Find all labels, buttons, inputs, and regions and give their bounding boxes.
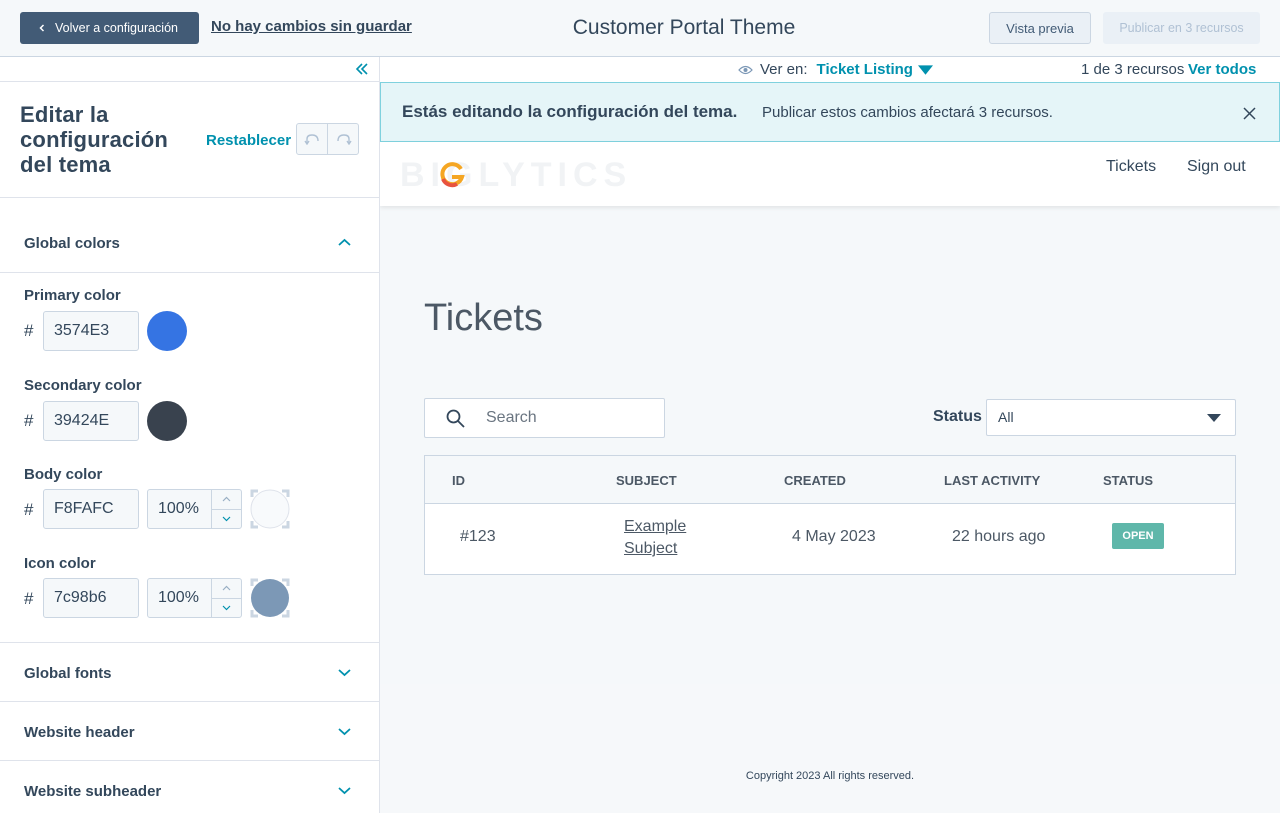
status-filter-label: Status bbox=[933, 408, 982, 425]
nav-sign-out-link[interactable]: Sign out bbox=[1187, 158, 1246, 176]
column-header-subject[interactable]: SUBJECT bbox=[616, 473, 677, 488]
column-header-last-activity[interactable]: LAST ACTIVITY bbox=[944, 473, 1040, 488]
publish-button[interactable]: Publicar en 3 recursos bbox=[1103, 12, 1260, 44]
portal-site-header: BIGLYTICS Tickets Sign out bbox=[380, 142, 1280, 206]
sidebar-title: Editar la configuración del tema bbox=[20, 102, 169, 177]
logo-g-icon bbox=[440, 162, 465, 188]
icon-color-label: Icon color bbox=[24, 555, 96, 572]
close-icon[interactable] bbox=[1243, 107, 1256, 120]
status-filter-select[interactable]: All bbox=[986, 399, 1236, 436]
opacity-spinner bbox=[210, 490, 241, 529]
column-header-id[interactable]: ID bbox=[452, 473, 465, 488]
caret-down-icon bbox=[1207, 414, 1221, 422]
chevron-down-icon bbox=[222, 516, 231, 522]
status-selected-value: All bbox=[998, 409, 1014, 425]
ticket-id: #123 bbox=[460, 528, 496, 545]
ticket-last-activity: 22 hours ago bbox=[952, 528, 1046, 545]
column-header-status[interactable]: STATUS bbox=[1103, 473, 1153, 488]
hash-symbol: # bbox=[24, 321, 34, 340]
view-target-label: Ticket Listing bbox=[816, 61, 913, 78]
sidebar-collapse-row bbox=[0, 57, 379, 82]
copyright-text: Copyright 2023 All rights reserved. bbox=[745, 770, 915, 782]
increment-button[interactable] bbox=[211, 579, 241, 599]
undo-button[interactable] bbox=[297, 124, 328, 154]
section-title: Global fonts bbox=[24, 665, 112, 682]
body-color-swatch[interactable] bbox=[250, 489, 290, 529]
primary-color-label: Primary color bbox=[24, 287, 121, 304]
hash-symbol: # bbox=[24, 589, 34, 608]
decrement-button[interactable] bbox=[212, 510, 241, 529]
caret-down-icon bbox=[917, 64, 933, 75]
body-color-label: Body color bbox=[24, 466, 103, 483]
opacity-spinner bbox=[210, 579, 241, 618]
tickets-table: ID SUBJECT CREATED LAST ACTIVITY STATUS … bbox=[424, 455, 1236, 575]
chevron-up-icon bbox=[338, 238, 351, 246]
hash-symbol: # bbox=[24, 500, 34, 519]
hash-symbol: # bbox=[24, 411, 34, 430]
global-colors-section-toggle[interactable]: Global colors bbox=[0, 198, 379, 273]
status-badge: OPEN bbox=[1112, 523, 1164, 549]
editing-alert-banner: Estás editando la configuración del tema… bbox=[380, 82, 1280, 142]
see-all-link[interactable]: Ver todos bbox=[1188, 61, 1256, 78]
redo-button[interactable] bbox=[328, 124, 358, 154]
icon-color-hex-input[interactable]: 7c98b6 bbox=[43, 578, 139, 618]
chevron-up-icon bbox=[222, 496, 231, 502]
view-target-dropdown[interactable]: Ticket Listing bbox=[817, 61, 933, 78]
search-placeholder: Search bbox=[486, 409, 537, 426]
opacity-value[interactable]: 100% bbox=[148, 579, 211, 617]
redo-icon bbox=[336, 134, 352, 145]
secondary-color-swatch[interactable] bbox=[147, 401, 187, 441]
icon-color-opacity-stepper[interactable]: 100% bbox=[147, 578, 242, 618]
theme-settings-sidebar: Editar la configuración del tema Restabl… bbox=[0, 57, 380, 813]
chevron-down-icon bbox=[338, 669, 351, 677]
theme-preview-pane: Ver en: Ticket Listing 1 de 3 recursos V… bbox=[380, 57, 1280, 813]
alert-title: Estás editando la configuración del tema… bbox=[402, 102, 738, 121]
ticket-subject-link[interactable]: Example Subject bbox=[624, 516, 704, 560]
table-header-row: ID SUBJECT CREATED LAST ACTIVITY STATUS bbox=[425, 456, 1235, 504]
global-fonts-section-toggle[interactable]: Global fonts bbox=[0, 643, 379, 702]
opacity-value[interactable]: 100% bbox=[148, 490, 211, 528]
chevron-down-icon bbox=[222, 605, 231, 611]
alert-message: Publicar estos cambios afectará 3 recurs… bbox=[762, 104, 1053, 121]
chevron-up-icon bbox=[222, 585, 231, 591]
body-color-opacity-stepper[interactable]: 100% bbox=[147, 489, 242, 529]
decrement-button[interactable] bbox=[212, 599, 241, 618]
secondary-color-label: Secondary color bbox=[24, 377, 142, 394]
ticket-search-input[interactable]: Search bbox=[424, 398, 665, 438]
resource-count: 1 de 3 recursos bbox=[1081, 61, 1185, 78]
global-colors-panel: Primary color # 3574E3 Secondary color #… bbox=[0, 273, 379, 643]
increment-button[interactable] bbox=[211, 490, 241, 510]
column-header-created[interactable]: CREATED bbox=[784, 473, 846, 488]
portal-footer: Copyright 2023 All rights reserved. bbox=[380, 684, 1280, 813]
primary-color-swatch[interactable] bbox=[147, 311, 187, 351]
reset-link[interactable]: Restablecer bbox=[206, 132, 291, 149]
undo-icon bbox=[303, 134, 319, 145]
site-logo[interactable]: BIGLYTICS bbox=[400, 156, 632, 195]
ticket-created-date: 4 May 2023 bbox=[792, 528, 876, 545]
search-icon bbox=[446, 409, 465, 428]
view-on-label: Ver en: bbox=[760, 61, 808, 78]
secondary-color-hex-input[interactable]: 39424E bbox=[43, 401, 139, 441]
section-title: Global colors bbox=[24, 235, 120, 252]
top-bar: Volver a configuración No hay cambios si… bbox=[0, 0, 1280, 57]
double-chevron-left-icon[interactable] bbox=[355, 61, 369, 77]
chevron-down-icon bbox=[338, 787, 351, 795]
nav-tickets-link[interactable]: Tickets bbox=[1106, 158, 1156, 176]
preview-button[interactable]: Vista previa bbox=[989, 12, 1091, 44]
chevron-down-icon bbox=[338, 728, 351, 736]
section-title: Website subheader bbox=[24, 783, 162, 800]
view-on-control: Ver en: Ticket Listing bbox=[738, 61, 933, 78]
icon-color-swatch[interactable] bbox=[250, 578, 290, 618]
undo-redo-group bbox=[296, 123, 359, 155]
website-header-section-toggle[interactable]: Website header bbox=[0, 702, 379, 761]
view-on-bar: Ver en: Ticket Listing 1 de 3 recursos V… bbox=[380, 57, 1280, 82]
tickets-heading: Tickets bbox=[424, 297, 543, 339]
website-subheader-section-toggle[interactable]: Website subheader bbox=[0, 761, 379, 813]
eye-icon bbox=[738, 65, 753, 74]
sidebar-header: Editar la configuración del tema Restabl… bbox=[0, 82, 379, 198]
body-color-hex-input[interactable]: F8FAFC bbox=[43, 489, 139, 529]
primary-color-hex-input[interactable]: 3574E3 bbox=[43, 311, 139, 351]
section-title: Website header bbox=[24, 724, 135, 741]
